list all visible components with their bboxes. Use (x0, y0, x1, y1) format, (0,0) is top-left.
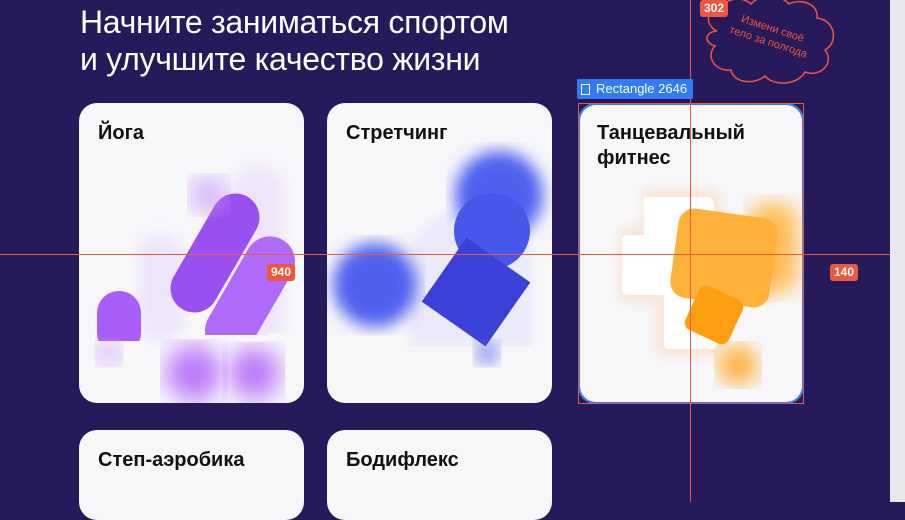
card-title-dance-line-1: Танцевальный (597, 122, 745, 144)
stretching-illustration (333, 151, 547, 403)
card-stretching[interactable]: Стретчинг (327, 103, 552, 403)
yoga-illustration (97, 165, 301, 403)
canvas-edge (890, 0, 905, 502)
measure-badge-left: 940 (267, 264, 296, 281)
vertical-guide-line (690, 0, 691, 502)
card-title-stretching: Стретчинг (346, 122, 448, 144)
card-bodyflex[interactable]: Бодифлекс (327, 430, 552, 520)
measure-badge-right: 140 (830, 264, 859, 281)
card-title-dance-fitness: Танцевальный фитнес (597, 121, 745, 171)
card-title-dance-line-2: фитнес (597, 147, 671, 169)
card-title-yoga: Йога (98, 122, 145, 144)
selected-layer-label[interactable]: Rectangle 2646 (577, 79, 694, 99)
horizontal-guide-line (0, 254, 890, 255)
card-title-bodyflex: Бодифлекс (346, 449, 459, 471)
frame-icon (581, 83, 590, 95)
card-title-step-aerobics: Степ-аэробика (98, 449, 245, 471)
card-step-aerobics[interactable]: Степ-аэробика (79, 430, 304, 520)
measure-badge-top: 302 (700, 0, 729, 17)
page-headline: Начните заниматься спортом и улучшите ка… (80, 4, 509, 78)
card-yoga[interactable]: Йога (79, 103, 304, 403)
headline-line-2: и улучшите качество жизни (80, 41, 481, 77)
headline-line-1: Начните заниматься спортом (80, 4, 509, 40)
selected-layer-name: Rectangle 2646 (596, 81, 688, 96)
